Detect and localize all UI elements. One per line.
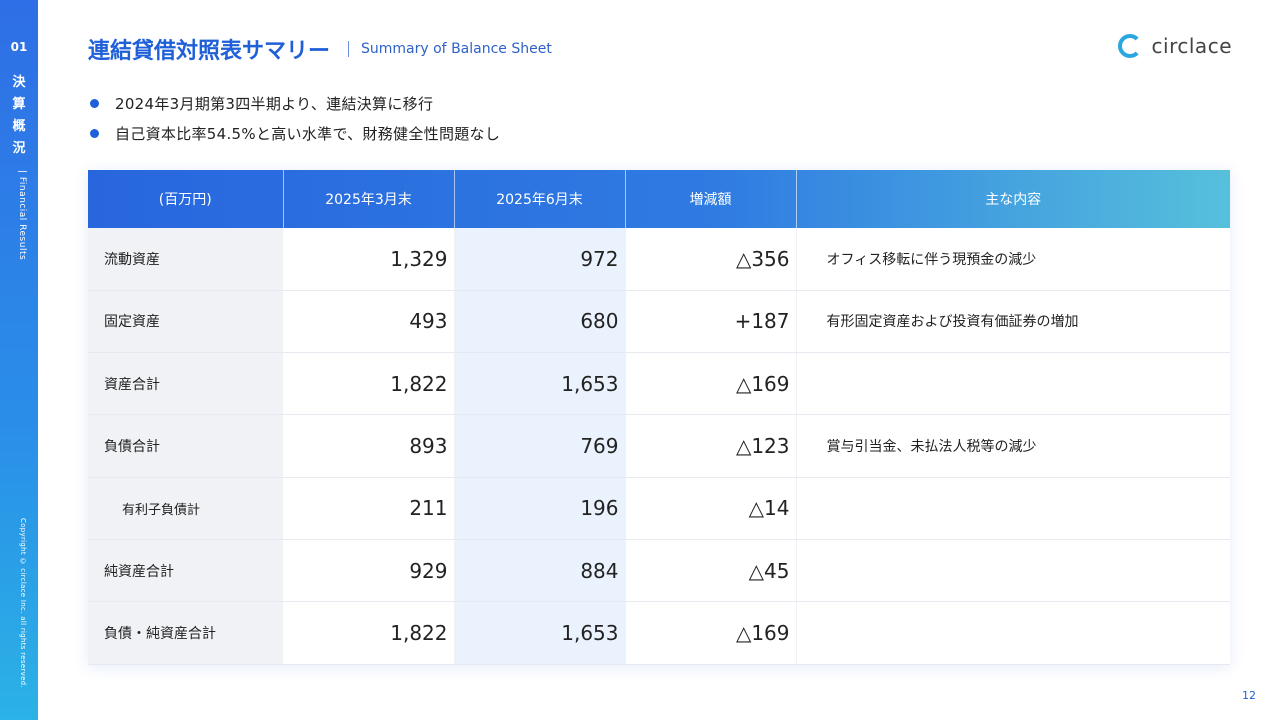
- column-header-unit: (百万円): [88, 170, 284, 228]
- row-label: 負債・純資産合計: [88, 601, 283, 665]
- table-row: 流動資産 1,329 972 △356 オフィス移転に伴う現預金の減少: [88, 228, 1230, 291]
- circlace-logo-icon: [1117, 34, 1142, 58]
- table-row: 負債・純資産合計 1,822 1,653 △169: [88, 601, 1230, 665]
- value-diff: △169: [625, 352, 797, 416]
- value-mar: 893: [283, 414, 455, 478]
- column-header-note: 主な内容: [985, 192, 1042, 208]
- value-jun: 1,653: [454, 352, 626, 416]
- value-jun: 884: [454, 539, 626, 603]
- row-label: 流動資産: [88, 228, 283, 291]
- section-title-char: 概: [12, 119, 26, 134]
- section-number: 01: [10, 40, 28, 54]
- value-mar: 1,822: [283, 601, 455, 665]
- table-row: 有利子負債計 211 196 △14: [88, 477, 1230, 540]
- page-number: 12: [1242, 689, 1256, 702]
- row-label: 純資産合計: [88, 539, 283, 603]
- value-mar: 1,822: [283, 352, 455, 416]
- value-mar: 929: [283, 539, 455, 603]
- section-title: 決 算 概 況: [0, 72, 38, 160]
- table-row: 固定資産 493 680 +187 有形固定資産および投資有価証券の増加: [88, 290, 1230, 354]
- copyright: Copyright © circlace Inc. all rights res…: [19, 518, 27, 688]
- table-row: 純資産合計 929 884 △45: [88, 539, 1230, 603]
- value-jun: 972: [454, 228, 626, 291]
- value-mar: 211: [283, 477, 455, 540]
- page-title: 連結貸借対照表サマリー: [88, 39, 331, 64]
- company-logo: circlace: [1117, 34, 1232, 58]
- row-label: 有利子負債計: [88, 477, 283, 540]
- row-label: 固定資産: [88, 290, 283, 354]
- balance-sheet-table: (百万円) 2025年3月末 2025年6月末 増減額 主な内容 流動資産 1,…: [88, 170, 1230, 665]
- table-row: 負債合計 893 769 △123 賞与引当金、未払法人税等の減少: [88, 414, 1230, 478]
- table-header-row: (百万円) 2025年3月末 2025年6月末 増減額 主な内容: [88, 170, 1230, 228]
- value-jun: 196: [454, 477, 626, 540]
- table-row: 資産合計 1,822 1,653 △169: [88, 352, 1230, 416]
- sidebar: 01 決 算 概 況 | Financial Results Copyright…: [0, 0, 38, 720]
- bullet-item: 2024年3月期第3四半期より、連結決算に移行: [90, 88, 500, 118]
- column-header-jun: 2025年6月末: [454, 170, 626, 228]
- row-note: オフィス移転に伴う現預金の減少: [796, 228, 1230, 291]
- bullet-dot-icon: [90, 98, 99, 108]
- value-diff: △45: [625, 539, 797, 603]
- section-title-char: 算: [12, 97, 26, 112]
- value-diff: △169: [625, 601, 797, 665]
- bullet-text: 2024年3月期第3四半期より、連結決算に移行: [115, 94, 434, 113]
- value-jun: 1,653: [454, 601, 626, 665]
- row-note: 賞与引当金、未払法人税等の減少: [796, 414, 1230, 478]
- row-note: [796, 352, 1230, 416]
- section-title-en: | Financial Results: [17, 170, 27, 261]
- value-diff: +187: [625, 290, 797, 354]
- bullet-item: 自己資本比率54.5%と高い水準で、財務健全性問題なし: [90, 118, 500, 148]
- bullet-text: 自己資本比率54.5%と高い水準で、財務健全性問題なし: [115, 124, 501, 143]
- logo-text: circlace: [1151, 34, 1232, 58]
- bullet-dot-icon: [90, 128, 99, 138]
- row-note: [796, 477, 1230, 540]
- summary-bullets: 2024年3月期第3四半期より、連結決算に移行 自己資本比率54.5%と高い水準…: [90, 88, 500, 148]
- row-label: 負債合計: [88, 414, 283, 478]
- column-header-diff: 増減額: [625, 170, 797, 228]
- row-label: 資産合計: [88, 352, 283, 416]
- row-note: 有形固定資産および投資有価証券の増加: [796, 290, 1230, 354]
- value-diff: △123: [625, 414, 797, 478]
- value-diff: △356: [625, 228, 797, 291]
- row-note: [796, 539, 1230, 603]
- section-title-char: 決: [12, 75, 26, 90]
- page-subtitle: Summary of Balance Sheet: [361, 41, 552, 57]
- value-mar: 1,329: [283, 228, 455, 291]
- value-diff: △14: [625, 477, 797, 540]
- value-jun: 680: [454, 290, 626, 354]
- section-title-char: 況: [12, 141, 26, 156]
- column-header-mar: 2025年3月末: [283, 170, 455, 228]
- value-jun: 769: [454, 414, 626, 478]
- row-note: [796, 601, 1230, 665]
- page-header: 連結貸借対照表サマリー Summary of Balance Sheet: [88, 34, 552, 64]
- title-divider: [348, 41, 350, 57]
- value-mar: 493: [283, 290, 455, 354]
